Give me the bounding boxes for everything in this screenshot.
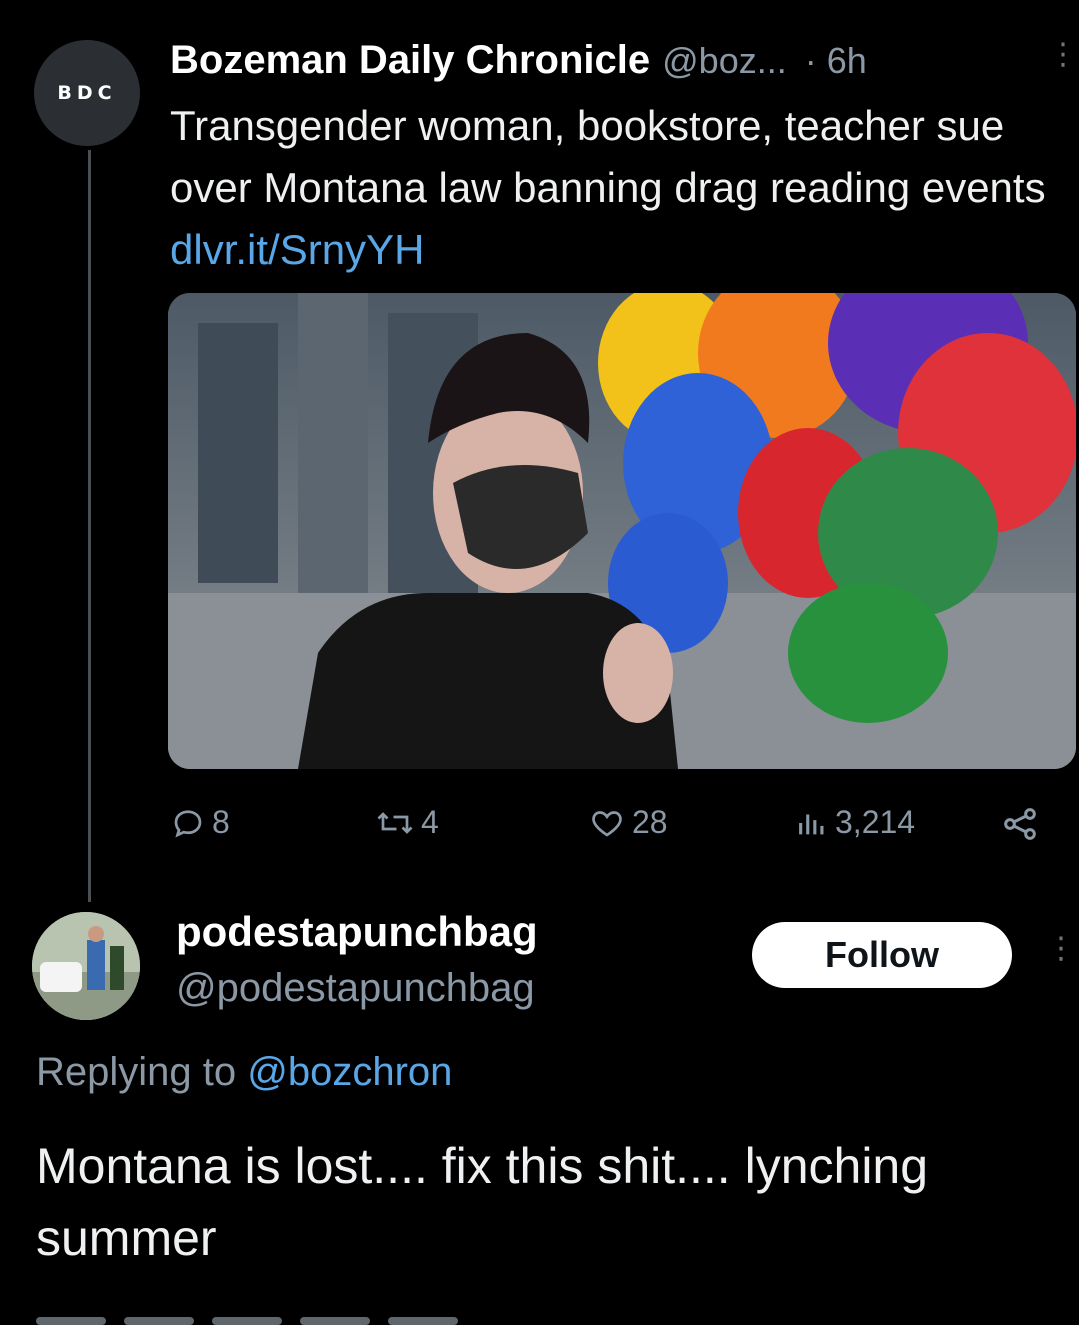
reply-author-handle[interactable]: @podestapunchbag bbox=[176, 966, 535, 1011]
more-vertical-icon[interactable]: ⋮ bbox=[1046, 934, 1076, 964]
share-icon bbox=[1004, 808, 1036, 840]
author-name[interactable]: Bozeman Daily Chronicle bbox=[170, 38, 650, 83]
tweet-link[interactable]: dlvr.it/SrnyYH bbox=[170, 226, 424, 273]
like-count: 28 bbox=[632, 804, 668, 840]
follow-button[interactable]: Follow bbox=[752, 922, 1012, 988]
photo-illustration bbox=[168, 293, 1076, 769]
author-handle[interactable]: @boz... bbox=[662, 40, 787, 82]
bdc-avatar[interactable]: BDC bbox=[34, 40, 140, 146]
reply-action[interactable]: 8 bbox=[170, 804, 230, 841]
share-action[interactable] bbox=[1000, 804, 1046, 844]
reply-count: 8 bbox=[212, 804, 230, 840]
comment-icon bbox=[174, 809, 202, 837]
reply-text: Montana is lost.... fix this shit.... ly… bbox=[36, 1138, 929, 1266]
tweet-text: Transgender woman, bookstore, teacher su… bbox=[170, 95, 1060, 281]
tweet-media-image[interactable] bbox=[168, 293, 1076, 769]
reply-author-name[interactable]: podestapunchbag bbox=[176, 908, 538, 956]
repost-action[interactable]: 4 bbox=[375, 804, 439, 841]
avatar-text: BDC bbox=[57, 82, 117, 104]
reply-avatar[interactable] bbox=[32, 912, 140, 1020]
replying-prefix: Replying to bbox=[36, 1050, 237, 1094]
tweet-time[interactable]: · 6h bbox=[805, 40, 867, 82]
avatar-image bbox=[32, 912, 140, 1020]
view-count: 3,214 bbox=[835, 804, 916, 840]
tweet-header: Bozeman Daily Chronicle @boz... · 6h bbox=[170, 38, 1050, 88]
analytics-icon bbox=[799, 814, 824, 834]
more-vertical-icon[interactable]: ⋮ bbox=[1048, 40, 1078, 70]
replying-to-line: Replying to @bozchron bbox=[36, 1050, 452, 1095]
tweet-action-bar: 8 4 28 3,214 bbox=[170, 804, 1050, 850]
tweet-body: Transgender woman, bookstore, teacher su… bbox=[170, 102, 1046, 211]
heart-icon bbox=[592, 810, 622, 837]
views-action[interactable]: 3,214 bbox=[795, 804, 915, 841]
repost-count: 4 bbox=[421, 804, 439, 840]
thread-connector-line bbox=[88, 150, 91, 902]
repost-icon bbox=[377, 811, 413, 834]
like-action[interactable]: 28 bbox=[588, 804, 668, 841]
cut-off-metadata bbox=[36, 1305, 636, 1325]
replying-to-handle[interactable]: @bozchron bbox=[247, 1050, 452, 1094]
